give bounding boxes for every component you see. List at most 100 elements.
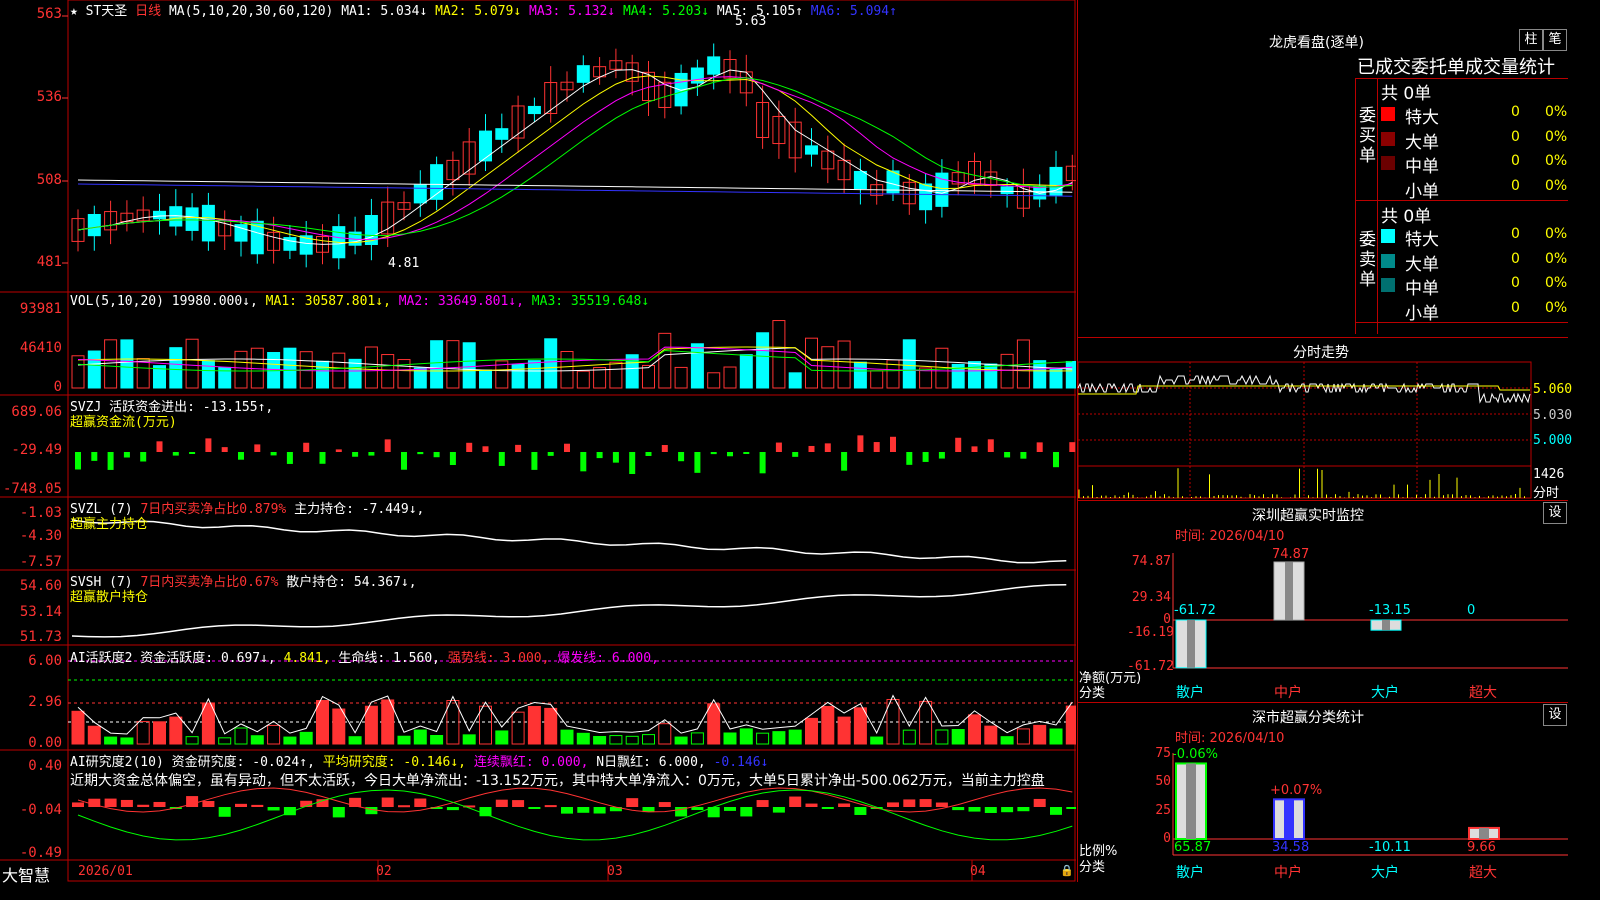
volume-bar	[87, 350, 101, 389]
activity-bar	[1049, 728, 1063, 745]
activity-bar	[283, 736, 297, 745]
research-bar	[968, 807, 981, 812]
research-bar	[952, 807, 965, 811]
volume-bar	[723, 366, 737, 389]
fund-flow-bar	[1069, 442, 1076, 452]
volume-bar	[984, 363, 998, 389]
fund-flow-bar	[938, 452, 945, 459]
research-bar	[821, 807, 834, 809]
stock-name[interactable]: ST天圣	[86, 4, 128, 19]
activity-bar	[511, 711, 525, 745]
activity-bar	[788, 729, 802, 745]
volume-bar	[364, 346, 378, 389]
research-bar	[740, 807, 753, 817]
fund-flow-bar	[906, 452, 913, 465]
classify-bar-shade	[1186, 763, 1196, 839]
ai-active-caption: AI活跃度2 资金活跃度: 0.697↓, 4.841, 生命线: 1.560,…	[70, 651, 659, 666]
svzj-tick-max: 689.06	[11, 404, 62, 420]
activity-bar	[609, 735, 623, 745]
ma6-value: MA6: 5.094↑	[810, 4, 897, 19]
volume-bar	[430, 340, 444, 389]
ma-params: MA(5,10,20,30,60,120)	[168, 4, 334, 19]
ma-line	[77, 69, 1073, 245]
research-bar	[153, 801, 166, 807]
price-tick-536: 536	[36, 89, 62, 105]
date-tick-feb: 02	[376, 864, 392, 879]
activity-bar	[120, 737, 134, 745]
monitor-bar-shade	[1285, 562, 1293, 620]
activity-bar	[690, 732, 704, 745]
main-position-line	[71, 519, 1067, 564]
activity-bar	[576, 732, 590, 745]
candle-body	[153, 210, 166, 220]
right-panel: 龙虎看盘(逐单) 柱 笔 已成交委托单成交量统计 委买单 委卖单 共 0单 共 …	[1077, 0, 1572, 882]
vol-tick-mid: 46410	[19, 340, 62, 356]
fund-flow-bar	[645, 452, 652, 456]
fund-flow-bar	[792, 452, 799, 457]
fund-flow-bar	[564, 443, 570, 452]
lock-icon[interactable]: 🔒	[1060, 864, 1074, 877]
research-bar	[919, 799, 932, 807]
candle-body	[527, 105, 541, 115]
research-bar	[854, 807, 867, 815]
low-price-label: 4.81	[388, 256, 420, 271]
fund-flow-bar	[857, 435, 864, 452]
activity-bar	[772, 731, 786, 745]
fund-flow-bar	[661, 445, 668, 452]
candle-body	[201, 204, 215, 242]
volume-bar	[576, 370, 590, 389]
price-tick-481: 481	[36, 254, 62, 270]
fund-flow-bar	[205, 438, 212, 452]
fund-commentary: 近期大资金总体偏空，虽有异动，但不太活跃，今日大单净流出：-13.152万元，其…	[70, 773, 1045, 789]
activity-bar	[267, 724, 281, 745]
activity-bar	[104, 736, 118, 745]
research-bar	[772, 807, 785, 813]
right-chart-canvas	[1077, 361, 1568, 856]
volume-bar	[821, 346, 835, 389]
activity-bar	[658, 723, 672, 745]
candle-body	[495, 128, 509, 140]
volume-bar	[642, 364, 655, 389]
fund-flow-bar	[547, 452, 554, 456]
activity-bar	[919, 700, 933, 745]
activity-bar	[984, 725, 998, 745]
fund-flow-bar	[987, 439, 994, 452]
kline-chart-area[interactable]: ★ ST天圣 日线 MA(5,10,20,30,60,120) MA1: 5.0…	[0, 0, 1076, 885]
volume-bar	[185, 338, 199, 389]
period-label[interactable]: 日线	[135, 4, 161, 19]
volume-bar	[527, 360, 541, 389]
ai-research-tick-mid: -0.04	[19, 802, 62, 818]
research-bar	[658, 802, 671, 807]
research-bar	[903, 799, 916, 807]
volume-bar	[609, 361, 623, 389]
activity-bar	[462, 734, 476, 745]
svzl-tick-mid: -4.30	[19, 528, 62, 544]
research-bar	[1066, 807, 1076, 809]
svsh-subtitle: 超赢散户持仓	[70, 590, 149, 605]
fund-flow-bar	[368, 452, 375, 456]
activity-bar	[430, 735, 444, 745]
research-bar	[512, 800, 525, 807]
svsh-tick-min: 51.73	[19, 629, 62, 645]
favorite-star-icon[interactable]: ★	[70, 4, 78, 19]
research-bar	[805, 803, 818, 807]
candle-body	[185, 207, 199, 231]
activity-bar	[1016, 728, 1030, 745]
research-bar	[446, 807, 459, 811]
svsh-tick-mid: 53.14	[19, 604, 62, 620]
activity-bar	[1000, 736, 1014, 745]
volume-bar	[968, 361, 981, 389]
date-tick-jan: 2026/01	[78, 864, 133, 879]
fund-flow-bar	[417, 452, 424, 455]
fund-flow-bar	[482, 446, 489, 452]
research-bar	[218, 807, 231, 817]
ma-line	[77, 76, 1073, 241]
activity-bar	[935, 729, 949, 745]
fund-flow-bar	[922, 452, 929, 462]
fund-flow-bar	[694, 452, 701, 473]
activity-bar	[642, 734, 655, 745]
volume-bar	[1065, 360, 1076, 389]
fund-flow-bar	[91, 452, 98, 461]
research-bar	[691, 807, 704, 811]
volume-bar	[479, 369, 492, 389]
